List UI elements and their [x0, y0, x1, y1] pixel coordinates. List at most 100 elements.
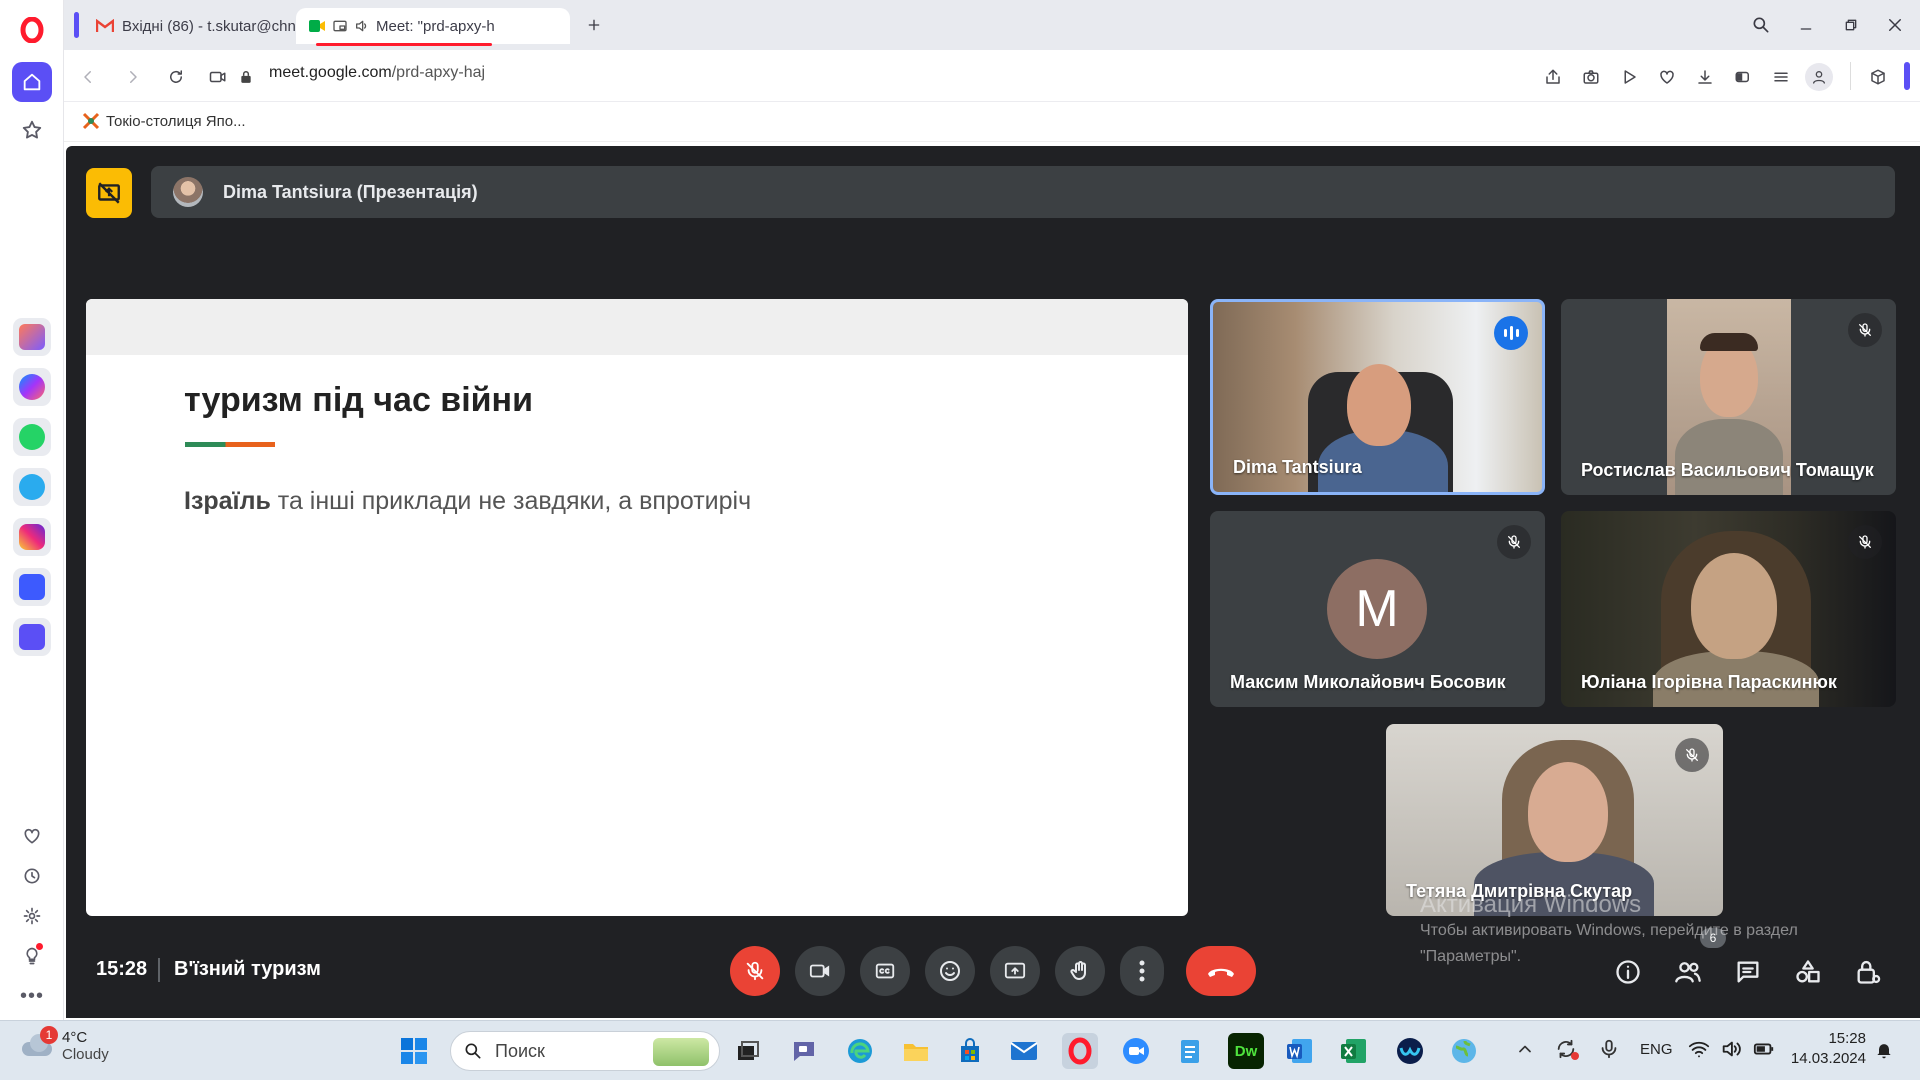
mic-toggle-button[interactable]	[730, 946, 780, 996]
slide-title: туризм під час війни	[184, 381, 533, 419]
url-field[interactable]: meet.google.com/prd-apxy-haj	[269, 64, 485, 82]
participant-tile[interactable]: Ростислав Васильович Томащук	[1561, 299, 1896, 495]
teams-chat-icon[interactable]	[786, 1033, 822, 1069]
messenger-icon[interactable]	[13, 368, 51, 406]
sync-icon[interactable]	[1555, 1038, 1579, 1060]
lock-icon[interactable]	[232, 63, 260, 91]
windows-taskbar: 1 4°C Cloudy Поиск Dw ENG 15:28 14.03.20…	[0, 1020, 1920, 1080]
excel-icon[interactable]	[1336, 1033, 1372, 1069]
globe-app-icon[interactable]	[1446, 1033, 1482, 1069]
presenting-badge[interactable]	[86, 168, 132, 218]
tips-bulb-icon[interactable]	[12, 936, 52, 976]
more-icon[interactable]: •••	[12, 976, 52, 1016]
more-options-button[interactable]	[1120, 946, 1164, 996]
people-icon	[1675, 962, 1701, 983]
tab-title: Meet: "prd-apxy-h	[376, 17, 495, 35]
speaker-icon[interactable]	[354, 18, 370, 34]
camera-toggle-button[interactable]	[795, 946, 845, 996]
instagram-icon[interactable]	[13, 518, 51, 556]
notepad-icon[interactable]	[1172, 1033, 1208, 1069]
participant-avatar: M	[1327, 559, 1427, 659]
captions-button[interactable]	[860, 946, 910, 996]
cloud-icon: 1	[18, 1026, 58, 1062]
download-icon[interactable]	[1691, 63, 1719, 91]
notification-bell-icon[interactable]	[1874, 1039, 1894, 1061]
restore-button[interactable]	[1831, 10, 1871, 40]
heart-icon[interactable]	[12, 816, 52, 856]
home-icon[interactable]	[12, 62, 52, 102]
bookmark-item[interactable]: Токіо-столиця Япо...	[82, 112, 246, 130]
aria-ai-icon[interactable]	[13, 318, 51, 356]
whatsapp-icon[interactable]	[13, 418, 51, 456]
settings-icon[interactable]	[12, 896, 52, 936]
history-icon[interactable]	[12, 856, 52, 896]
forward-button[interactable]	[119, 63, 147, 91]
taskbar-search[interactable]: Поиск	[450, 1031, 720, 1071]
workspace-indicator	[74, 12, 79, 38]
easy-setup-icon[interactable]	[1767, 63, 1795, 91]
snapshot-camera-icon[interactable]	[1577, 63, 1605, 91]
volume-icon[interactable]	[1720, 1038, 1742, 1060]
input-language[interactable]: ENG	[1640, 1041, 1673, 1058]
favorite-heart-icon[interactable]	[1653, 63, 1681, 91]
host-controls-button[interactable]	[1850, 954, 1886, 990]
opera-logo-icon[interactable]	[12, 10, 52, 50]
tab-gmail[interactable]: Вхідні (86) - t.skutar@chnu	[84, 8, 298, 44]
present-screen-button[interactable]	[990, 946, 1040, 996]
battery-saver-icon[interactable]	[1729, 63, 1757, 91]
pip-icon[interactable]	[332, 18, 348, 34]
camera-icon	[809, 964, 830, 978]
windows-start-icon[interactable]	[396, 1033, 432, 1069]
telegram-icon[interactable]	[13, 468, 51, 506]
activities-shapes-icon	[1796, 960, 1820, 983]
extensions-cube-icon[interactable]	[1864, 63, 1892, 91]
edge-icon[interactable]	[842, 1033, 878, 1069]
chat-button[interactable]	[1730, 954, 1766, 990]
share-icon[interactable]	[1539, 63, 1567, 91]
back-button[interactable]	[74, 63, 102, 91]
music-player-icon[interactable]	[13, 568, 51, 606]
close-window-button[interactable]	[1875, 10, 1915, 40]
raise-hand-button[interactable]	[1055, 946, 1105, 996]
weather-widget[interactable]: 1 4°C Cloudy	[18, 1026, 109, 1063]
participant-tile[interactable]: Юліана Ігорівна Параскинюк	[1561, 511, 1896, 707]
camera-permission-icon[interactable]	[204, 63, 232, 91]
chat-icon	[1737, 961, 1759, 983]
participant-name: Юліана Ігорівна Параскинюк	[1581, 672, 1837, 692]
dreamweaver-icon[interactable]: Dw	[1228, 1033, 1264, 1069]
tab-search-icon[interactable]	[1741, 10, 1781, 40]
file-explorer-icon[interactable]	[898, 1033, 934, 1069]
webex-icon[interactable]	[1392, 1033, 1428, 1069]
reactions-button[interactable]	[925, 946, 975, 996]
profile-icon[interactable]	[1805, 63, 1833, 91]
word-icon[interactable]	[1282, 1033, 1318, 1069]
leave-call-button[interactable]	[1186, 946, 1256, 996]
people-button[interactable]	[1670, 954, 1706, 990]
sidebar-toggle[interactable]	[1904, 62, 1910, 90]
tab-meet[interactable]: Meet: "prd-apxy-h	[296, 8, 570, 46]
participant-tile[interactable]: Тетяна Дмитрівна Скутар	[1386, 724, 1723, 916]
show-hidden-icons-button[interactable]	[1515, 1039, 1535, 1059]
zoom-icon[interactable]	[1118, 1033, 1154, 1069]
battery-icon[interactable]	[1752, 1038, 1776, 1060]
wifi-icon[interactable]	[1688, 1038, 1710, 1060]
mail-icon[interactable]	[1006, 1033, 1042, 1069]
participant-tile[interactable]: M Максим Миколайович Босовик	[1210, 511, 1545, 707]
minimize-button[interactable]	[1786, 10, 1826, 40]
reload-button[interactable]	[162, 63, 190, 91]
taskbar-clock[interactable]: 15:28 14.03.2024	[1790, 1030, 1866, 1067]
meeting-details-button[interactable]	[1610, 954, 1646, 990]
divider	[158, 958, 160, 982]
activities-button[interactable]	[1790, 954, 1826, 990]
face	[1528, 762, 1608, 862]
play-icon[interactable]	[1615, 63, 1643, 91]
new-tab-button[interactable]	[574, 10, 614, 40]
microsoft-store-icon[interactable]	[952, 1033, 988, 1069]
opera-taskbar-icon[interactable]	[1062, 1033, 1098, 1069]
player-icon[interactable]	[13, 618, 51, 656]
microphone-tray-icon[interactable]	[1598, 1038, 1620, 1060]
task-view-icon[interactable]	[730, 1033, 766, 1069]
tab-strip: Вхідні (86) - t.skutar@chnu Meet: "prd-a…	[64, 0, 1920, 50]
participant-tile[interactable]: Dima Tantsiura	[1210, 299, 1545, 495]
star-icon[interactable]	[12, 110, 52, 150]
